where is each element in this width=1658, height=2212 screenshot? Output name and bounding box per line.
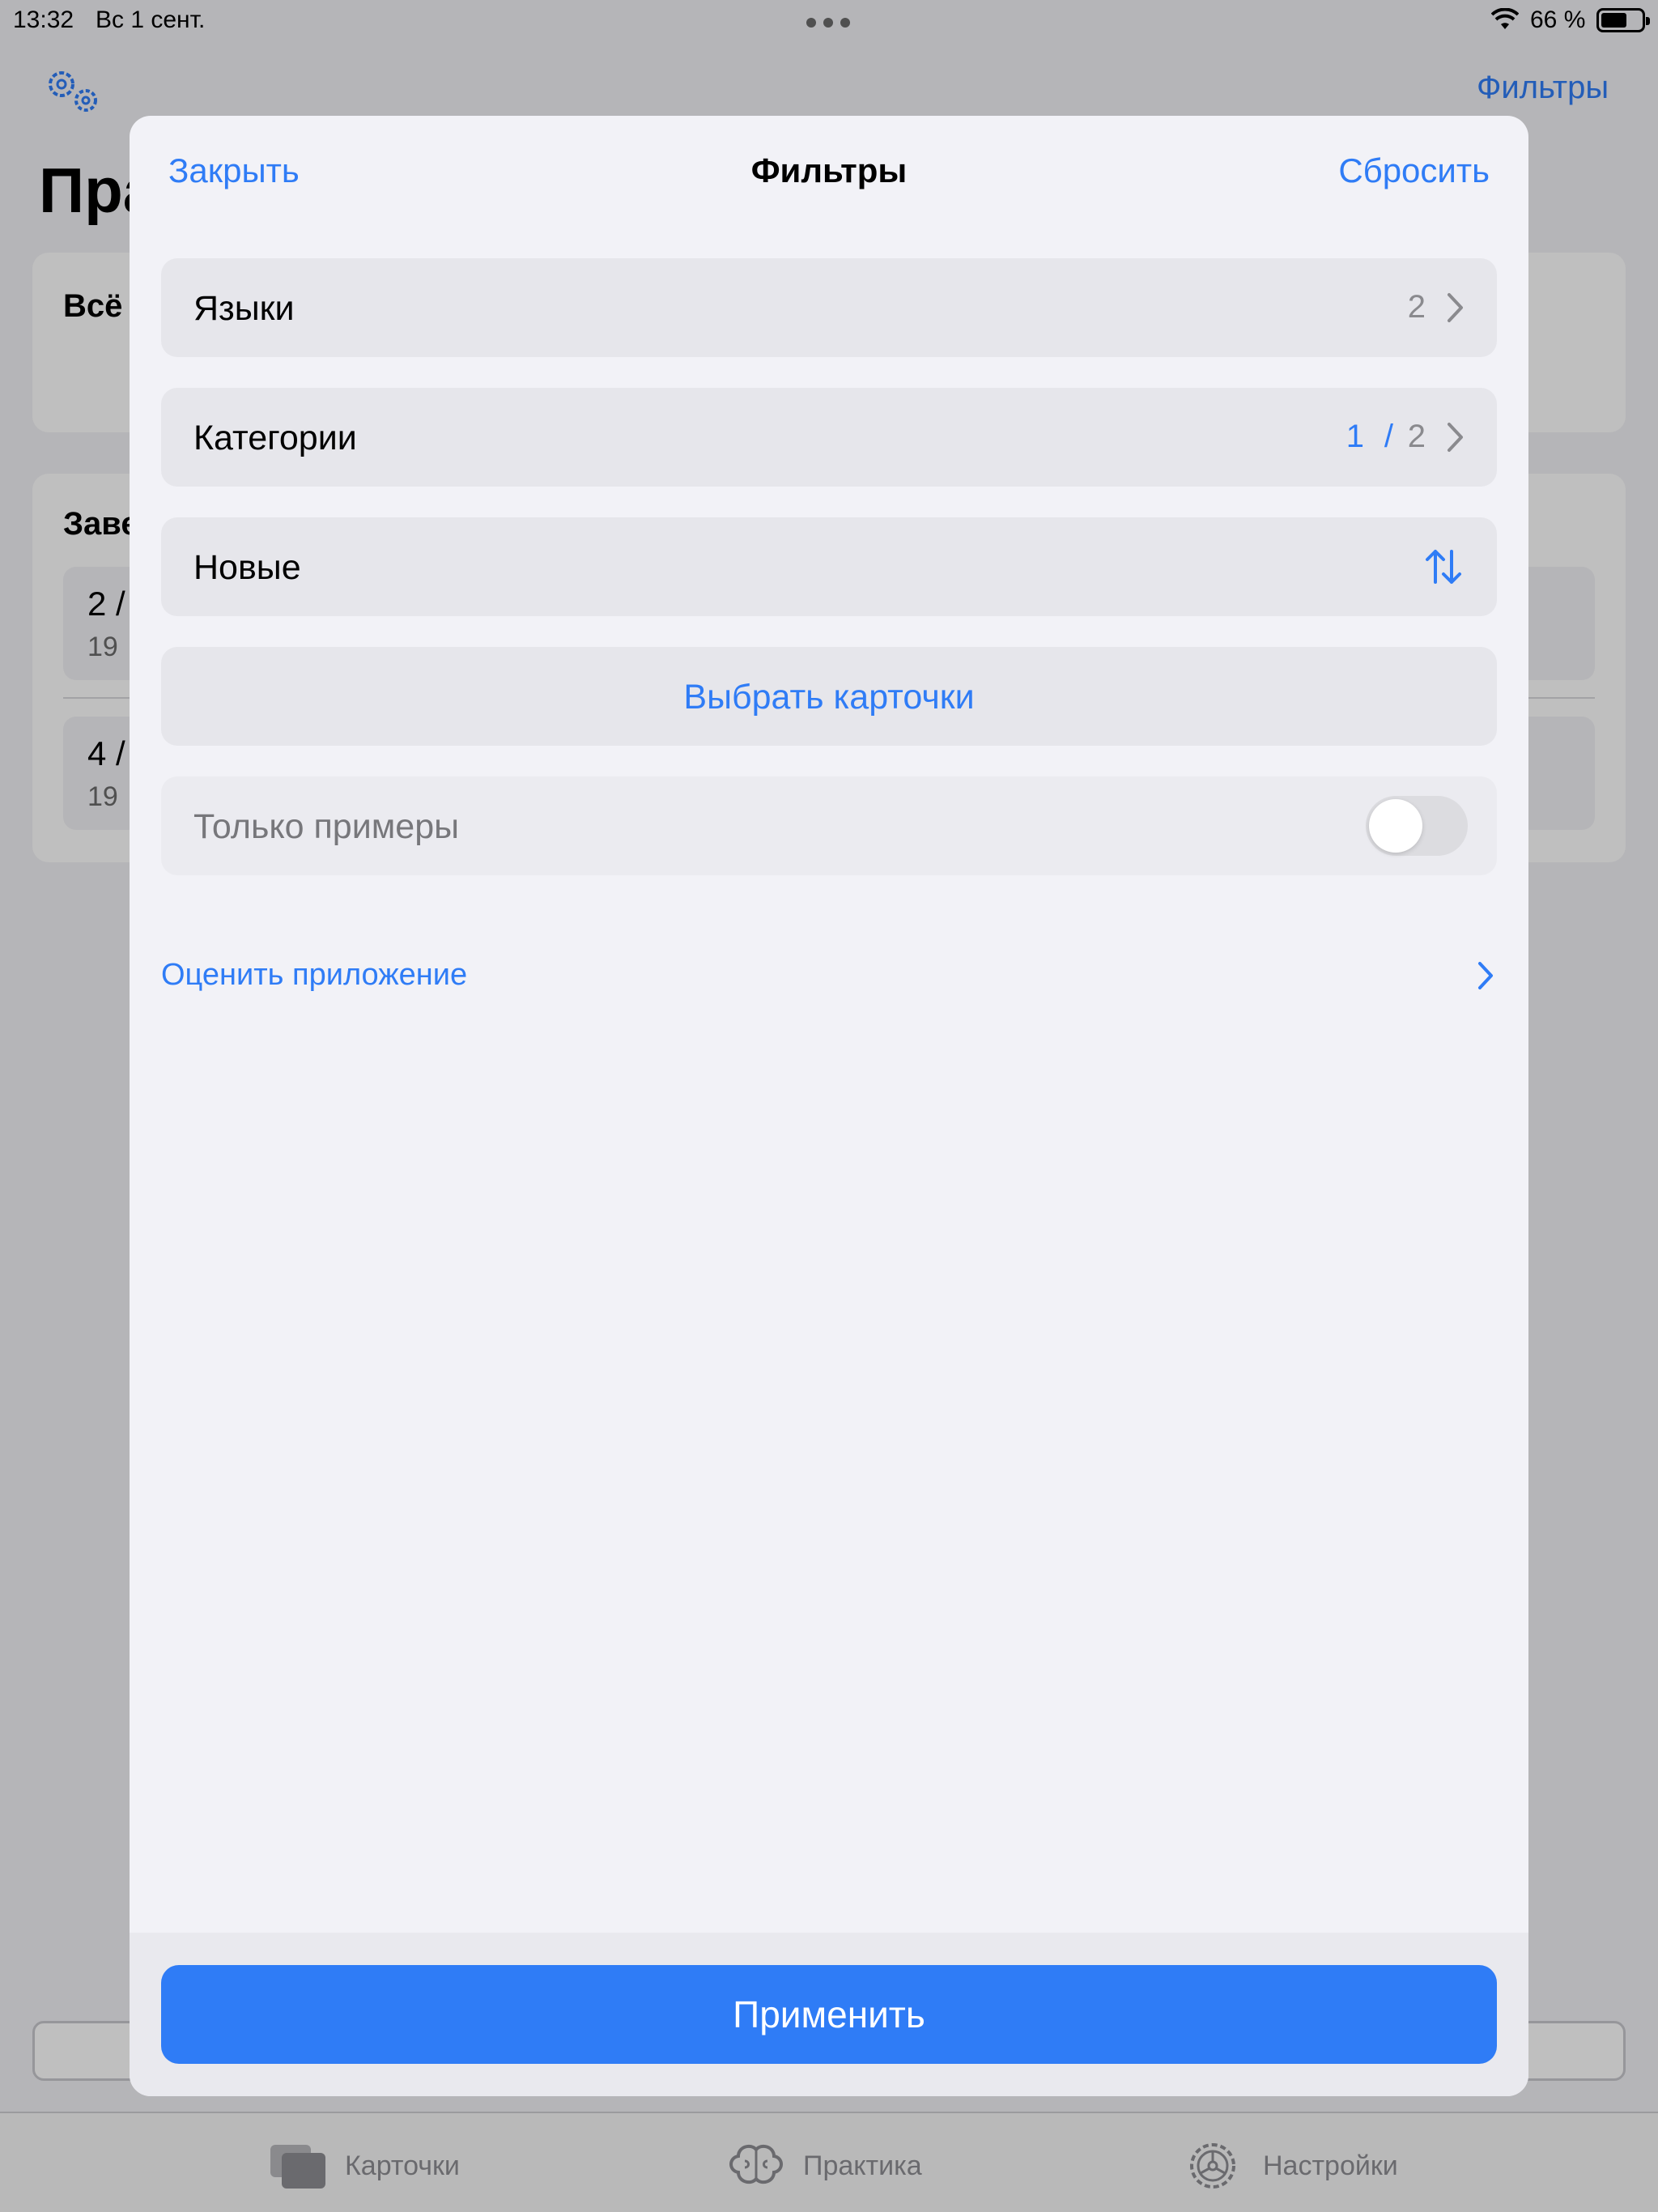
chevron-right-icon xyxy=(1448,293,1463,322)
categories-separator: / xyxy=(1384,419,1393,454)
rate-app-link[interactable]: Оценить приложение xyxy=(161,950,1497,1006)
chevron-right-icon xyxy=(1448,423,1463,452)
languages-row[interactable]: Языки 2 xyxy=(161,258,1497,357)
rate-app-label: Оценить приложение xyxy=(161,958,468,992)
filters-sheet: Закрыть Фильтры Сбросить Языки 2 Категор… xyxy=(130,116,1528,2096)
sheet-title: Фильтры xyxy=(750,151,908,189)
categories-selected-count: 1 xyxy=(1346,419,1364,454)
languages-count: 2 xyxy=(1407,289,1426,325)
select-cards-label: Выбрать карточки xyxy=(683,678,975,717)
sort-row[interactable]: Новые xyxy=(161,517,1497,616)
categories-total-count: 2 xyxy=(1407,419,1426,454)
examples-only-row: Только примеры xyxy=(161,776,1497,875)
categories-label: Категории xyxy=(193,419,357,457)
languages-label: Языки xyxy=(193,289,295,328)
examples-only-toggle[interactable] xyxy=(1366,796,1468,856)
examples-only-label: Только примеры xyxy=(193,807,460,846)
apply-button[interactable]: Применить xyxy=(161,1965,1497,2064)
select-cards-button[interactable]: Выбрать карточки xyxy=(161,647,1497,746)
categories-row[interactable]: Категории 1 / 2 xyxy=(161,388,1497,487)
reset-button[interactable]: Сбросить xyxy=(1338,151,1490,190)
sort-label: Новые xyxy=(193,548,301,587)
sheet-footer: Применить xyxy=(130,1933,1528,2096)
chevron-right-icon xyxy=(1478,962,1493,989)
sort-arrows-icon[interactable] xyxy=(1422,547,1465,587)
